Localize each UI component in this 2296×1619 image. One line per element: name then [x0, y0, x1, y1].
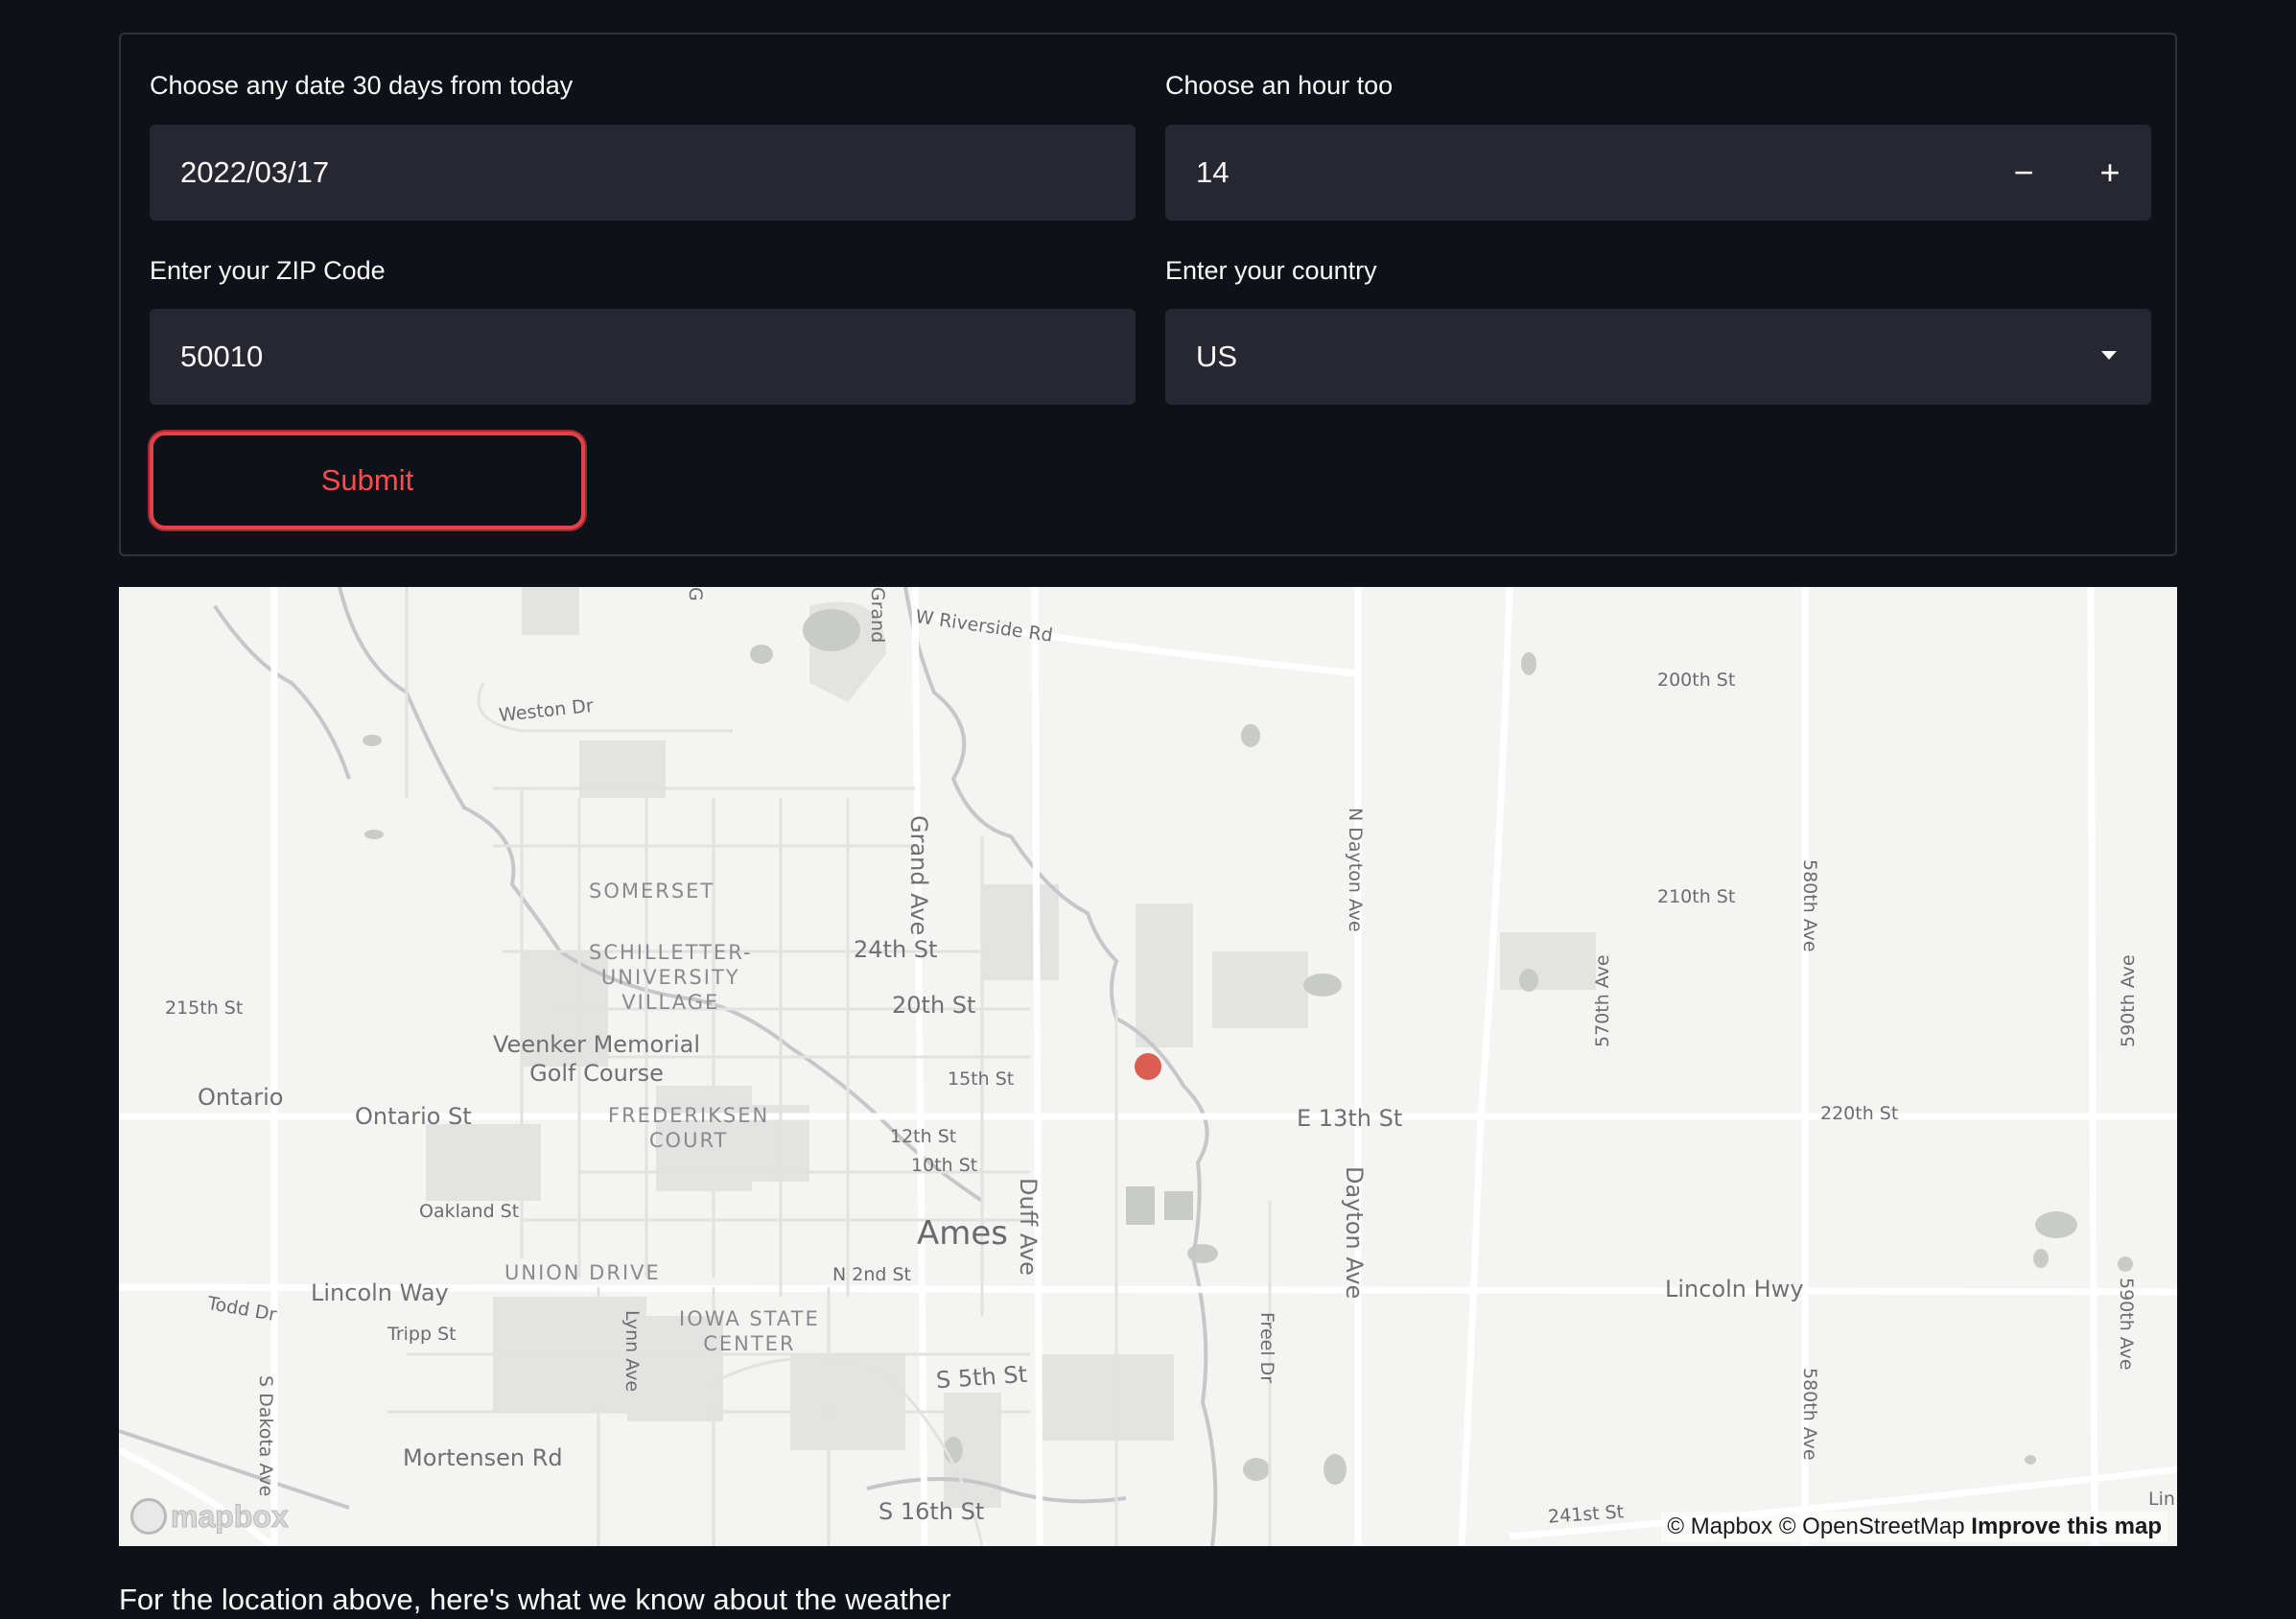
map-label-ontario-city: Ontario	[198, 1084, 284, 1111]
map-label-ontario-st: Ontario St	[355, 1103, 472, 1130]
map-attribution: © Mapbox © OpenStreetMap Improve this ma…	[1661, 1512, 2167, 1542]
map-label-n-2nd-st: N 2nd St	[832, 1264, 911, 1285]
country-select[interactable]: US	[1165, 309, 2151, 405]
map-label-freel-dr: Freel Dr	[1256, 1312, 1277, 1384]
map-label-200th-st: 200th St	[1657, 669, 1736, 691]
map-label-590th-ave-north: 590th Ave	[2118, 954, 2139, 1047]
weather-form: Choose any date 30 days from today 2022/…	[119, 33, 2177, 556]
map-label-lynn: Lynn Ave	[621, 1310, 643, 1393]
map-label-590th-ave-south: 590th Ave	[2116, 1278, 2137, 1371]
map-label-somerset: SOMERSET	[589, 880, 715, 903]
map-label-duff-ave: Duff Ave	[1015, 1178, 1042, 1276]
map-label-grand-ave: Grand Ave	[905, 815, 932, 936]
date-input[interactable]: 2022/03/17	[150, 125, 1136, 221]
mapbox-logo-text: mapbox	[171, 1498, 290, 1534]
zip-value: 50010	[180, 340, 264, 373]
map-label-580th-ave-south: 580th Ave	[1799, 1368, 1820, 1461]
map-label-grand-top: Grand	[867, 587, 888, 644]
hour-value: 14	[1196, 155, 1230, 189]
map-label-220th-st: 220th St	[1820, 1103, 1899, 1124]
map-label-210th-st: 210th St	[1657, 886, 1736, 907]
map-label-lin: Lin	[2148, 1489, 2175, 1510]
map-label-12th-st: 12th St	[890, 1126, 957, 1147]
map-label-s-dakota: S Dakota Ave	[255, 1375, 276, 1497]
map-label-dayton-ave: Dayton Ave	[1341, 1166, 1368, 1300]
map-label-e-13th-st: E 13th St	[1297, 1105, 1403, 1132]
weather-section-heading: For the location above, here's what we k…	[119, 1583, 951, 1616]
map-label-s-16th-st: S 16th St	[879, 1498, 985, 1525]
map-label-24th-st: 24th St	[854, 936, 938, 963]
map-label-mortensen: Mortensen Rd	[403, 1444, 563, 1471]
submit-button[interactable]: Submit	[150, 432, 585, 529]
country-value: US	[1196, 340, 1238, 373]
hour-increment-button[interactable]: +	[2067, 125, 2153, 221]
map-label-g-top: G	[685, 587, 706, 601]
map-label-20th-st: 20th St	[892, 992, 976, 1019]
map[interactable]: W Riverside Rd Grand G Weston Dr SOMERSE…	[119, 587, 2177, 1546]
hour-label: Choose an hour too	[1165, 71, 1394, 100]
hour-decrement-button[interactable]: −	[1980, 125, 2067, 221]
map-label-schilletter: SCHILLETTER- UNIVERSITY VILLAGE	[589, 941, 753, 1014]
map-label-tripp: Tripp St	[387, 1324, 457, 1345]
map-label-n-dayton: N Dayton Ave	[1345, 808, 1366, 932]
map-label-union-drive: UNION DRIVE	[504, 1261, 661, 1284]
map-label-15th-st: 15th St	[948, 1068, 1015, 1090]
map-label-lincoln-way: Lincoln Way	[311, 1279, 449, 1306]
map-label-lincoln-hwy: Lincoln Hwy	[1665, 1276, 1804, 1302]
date-label: Choose any date 30 days from today	[150, 71, 574, 100]
map-label-ames: Ames	[917, 1214, 1009, 1253]
mapbox-logo-icon	[130, 1498, 167, 1535]
location-marker[interactable]	[1135, 1053, 1161, 1080]
zip-input[interactable]: 50010	[150, 309, 1136, 405]
improve-map-link[interactable]: Improve this map	[1971, 1513, 2162, 1539]
map-label-veenker: Veenker Memorial Golf Course	[493, 1031, 701, 1087]
hour-number-input[interactable]: 14 − +	[1165, 125, 2151, 221]
chevron-down-icon	[2101, 351, 2117, 360]
country-label: Enter your country	[1165, 256, 1377, 285]
map-label-oakland: Oakland St	[419, 1201, 520, 1222]
map-label-570th-ave: 570th Ave	[1592, 954, 1613, 1047]
mapbox-logo[interactable]: mapbox	[130, 1498, 289, 1535]
map-label-10th-st: 10th St	[911, 1155, 978, 1176]
map-label-580th-ave-north: 580th Ave	[1799, 859, 1820, 952]
date-value: 2022/03/17	[180, 155, 330, 189]
zip-label: Enter your ZIP Code	[150, 256, 386, 285]
map-label-215th-st: 215th St	[165, 997, 244, 1019]
attribution-text[interactable]: © Mapbox © OpenStreetMap	[1667, 1513, 1964, 1539]
map-label-frederiksen: FREDERIKSEN COURT	[608, 1104, 770, 1152]
map-label-iowa-state: IOWA STATE CENTER	[679, 1307, 820, 1355]
